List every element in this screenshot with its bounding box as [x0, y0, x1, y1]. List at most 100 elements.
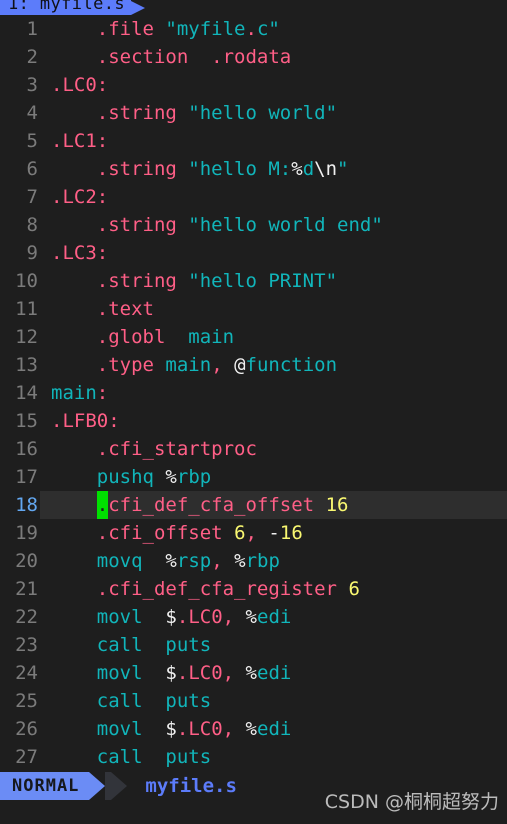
statusline-mode-label: NORMAL — [12, 776, 80, 796]
code-line-content[interactable]: .LC2: — [40, 183, 507, 211]
code-line[interactable]: 1 .file "myfile.c" — [0, 15, 507, 43]
code-token: " — [337, 158, 349, 180]
code-line-content[interactable]: .globl main — [40, 323, 507, 351]
line-number: 5 — [26, 130, 38, 152]
code-token: .LC0 — [176, 662, 223, 684]
code-token: % — [245, 662, 257, 684]
code-line[interactable]: 15 .LFB0: — [0, 407, 507, 435]
code-token: main — [51, 382, 97, 404]
code-line[interactable]: 2 .section .rodata — [0, 43, 507, 71]
code-token: pushq — [96, 466, 154, 488]
line-number: 20 — [15, 550, 38, 572]
code-line[interactable]: 11 .text — [0, 295, 507, 323]
code-token: : — [108, 410, 120, 432]
code-line-content[interactable]: .cfi_def_cfa_register 6 — [40, 575, 507, 603]
code-line[interactable]: 9 .LC3: — [0, 239, 507, 267]
code-token: puts — [165, 690, 212, 712]
line-number: 8 — [26, 214, 38, 236]
code-line-content[interactable]: .LC1: — [40, 127, 507, 155]
code-token: c" — [256, 18, 280, 40]
code-token: .text — [96, 298, 154, 320]
code-line-content[interactable]: call puts — [40, 743, 507, 771]
code-line[interactable]: 23 call puts — [0, 631, 507, 659]
code-line-content[interactable]: .string "hello world end" — [40, 211, 507, 239]
code-line[interactable]: 27 call puts — [0, 743, 507, 771]
code-line[interactable]: 20 movq %rsp, %rbp — [0, 547, 507, 575]
code-line[interactable]: 19 .cfi_offset 6, -16 — [0, 519, 507, 547]
code-line-content[interactable]: call puts — [40, 687, 507, 715]
code-token: 6 — [234, 522, 246, 544]
code-token: , — [222, 662, 235, 684]
code-line[interactable]: 21 .cfi_def_cfa_register 6 — [0, 575, 507, 603]
code-editor-area[interactable]: 1 .file "myfile.c" 2 .section .rodata 3 .LC… — [0, 15, 507, 772]
code-line[interactable]: 3 .LC0: — [0, 71, 507, 99]
code-line-content[interactable]: movq %rsp, %rbp — [40, 547, 507, 575]
code-token: main — [165, 354, 212, 376]
code-line-content[interactable]: .string "hello M:%d\n" — [40, 155, 507, 183]
code-token: movl — [96, 718, 143, 740]
code-line-content[interactable]: .cfi_def_cfa_offset 16 — [40, 491, 507, 519]
code-token: $ — [165, 718, 177, 740]
code-line-content[interactable]: .LC3: — [40, 239, 507, 267]
code-line[interactable]: 8 .string "hello world end" — [0, 211, 507, 239]
code-line-content[interactable]: .type main, @function — [40, 351, 507, 379]
code-line-content[interactable]: .text — [40, 295, 507, 323]
code-line-content[interactable]: movl $.LC0, %edi — [40, 659, 507, 687]
code-line[interactable]: 12 .globl main — [0, 323, 507, 351]
code-line[interactable]: 17 pushq %rbp — [0, 463, 507, 491]
code-line-content[interactable]: call puts — [40, 631, 507, 659]
code-line[interactable]: 18 .cfi_def_cfa_offset 16 — [0, 491, 507, 519]
code-line-content[interactable]: movl $.LC0, %edi — [40, 603, 507, 631]
line-number: 27 — [15, 746, 38, 768]
code-line[interactable]: 14 main: — [0, 379, 507, 407]
code-line-content[interactable]: .LFB0: — [40, 407, 507, 435]
code-line-content[interactable]: pushq %rbp — [40, 463, 507, 491]
code-token: .cfi_offset — [96, 522, 223, 544]
code-token: call — [96, 690, 143, 712]
code-line[interactable]: 24 movl $.LC0, %edi — [0, 659, 507, 687]
code-line-content[interactable]: main: — [40, 379, 507, 407]
code-token: . — [245, 18, 257, 40]
code-line-content[interactable]: .cfi_offset 6, -16 — [40, 519, 507, 547]
code-line[interactable]: 26 movl $.LC0, %edi — [0, 715, 507, 743]
code-line[interactable]: 7 .LC2: — [0, 183, 507, 211]
code-line[interactable]: 10 .string "hello PRINT" — [0, 267, 507, 295]
code-token: .LC1 — [51, 130, 97, 152]
code-token: rsp — [176, 550, 212, 572]
code-line-content[interactable]: .section .rodata — [40, 43, 507, 71]
code-line[interactable]: 5 .LC1: — [0, 127, 507, 155]
code-line[interactable]: 22 movl $.LC0, %edi — [0, 603, 507, 631]
line-number: 6 — [26, 158, 38, 180]
code-line-content[interactable]: movl $.LC0, %edi — [40, 715, 507, 743]
code-line[interactable]: 16 .cfi_startproc — [0, 435, 507, 463]
code-token: edi — [257, 662, 292, 684]
code-line-content[interactable]: .string "hello world" — [40, 99, 507, 127]
code-line-content[interactable]: .string "hello PRINT" — [40, 267, 507, 295]
code-token: .type — [96, 354, 154, 376]
code-token: .file — [96, 18, 154, 40]
code-line-content[interactable]: .file "myfile.c" — [40, 15, 507, 43]
code-token: % — [165, 550, 177, 572]
code-line-content[interactable]: .LC0: — [40, 71, 507, 99]
statusline-mode-segment: NORMAL — [0, 772, 90, 800]
code-line[interactable]: 13 .type main, @function — [0, 351, 507, 379]
code-line-content[interactable]: .cfi_startproc — [40, 435, 507, 463]
code-token: cfi_def_cfa_offset — [108, 494, 315, 516]
line-number: 3 — [26, 74, 38, 96]
code-line[interactable]: 6 .string "hello M:%d\n" — [0, 155, 507, 183]
code-token: edi — [257, 718, 292, 740]
cursor-block: . — [96, 491, 109, 519]
tab-buffer-1[interactable]: 1: myfile.s — [0, 0, 145, 15]
code-line[interactable]: 25 call puts — [0, 687, 507, 715]
code-line[interactable]: 4 .string "hello world" — [0, 99, 507, 127]
